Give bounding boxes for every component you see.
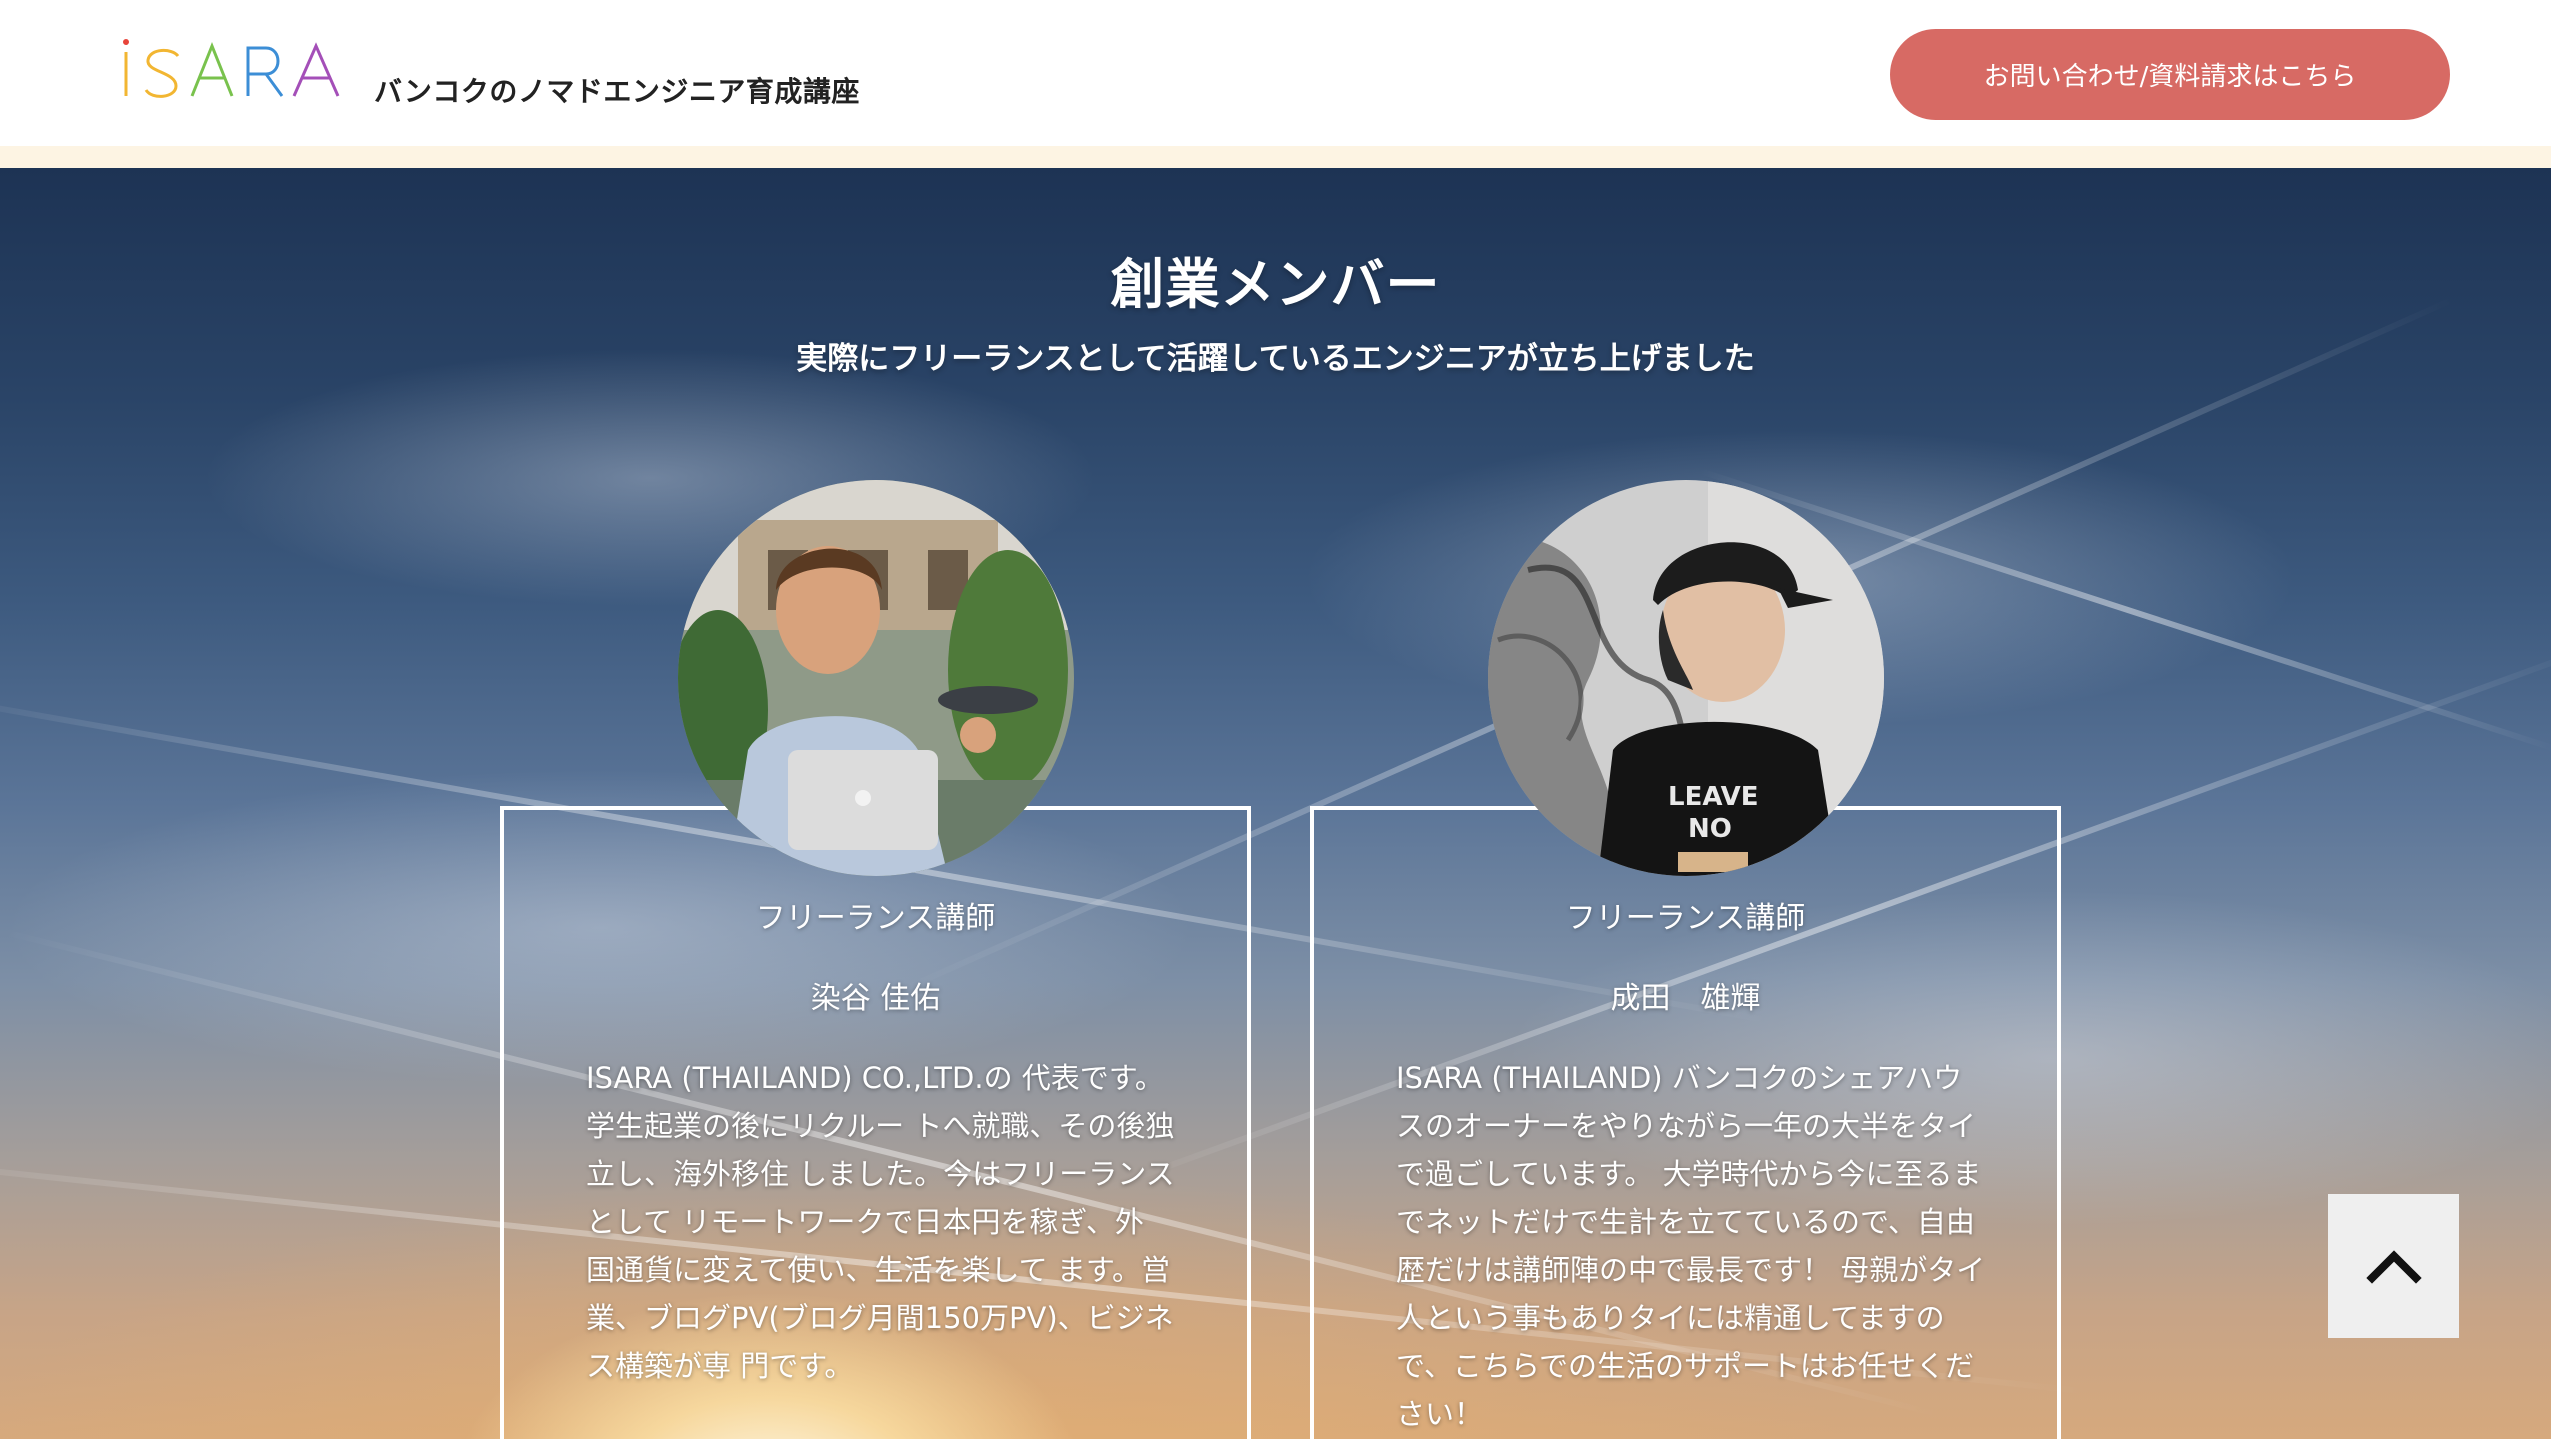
header-divider — [0, 146, 2551, 168]
section-title: 創業メンバー — [1110, 253, 1441, 316]
member-bio: ISARA (THAILAND) CO.,LTD.の 代表です。学生起業の後にリ… — [586, 1061, 1175, 1383]
chevron-up-icon — [2365, 1250, 2422, 1284]
logo-mark — [123, 39, 340, 98]
svg-text:NO: NO — [1688, 814, 1732, 844]
site-header: バンコクのノマドエンジニア育成講座 お問い合わせ/資料請求はこちら — [0, 0, 2551, 146]
member-name: 染谷 佳佑 — [810, 981, 941, 1016]
member-role: フリーランス講師 — [1565, 901, 1806, 936]
contact-button[interactable]: お問い合わせ/資料請求はこちら — [1890, 29, 2450, 120]
isara-logo[interactable] — [120, 30, 360, 110]
member-photo — [678, 480, 1074, 876]
section-subtitle: 実際にフリーランスとして活躍しているエンジニアが立ち上げました — [796, 341, 1755, 377]
member-photo: LEAVE NO — [1488, 480, 1884, 876]
member-bio: ISARA (THAILAND) バンコクのシェアハウスのオーナーをやりながら一… — [1396, 1061, 1986, 1431]
member-name: 成田 雄輝 — [1610, 981, 1761, 1016]
svg-text:LEAVE: LEAVE — [1668, 782, 1759, 812]
scroll-to-top-button[interactable] — [2328, 1194, 2459, 1338]
member-role: フリーランス講師 — [755, 901, 996, 936]
site-tagline: バンコクのノマドエンジニア育成講座 — [374, 75, 860, 108]
